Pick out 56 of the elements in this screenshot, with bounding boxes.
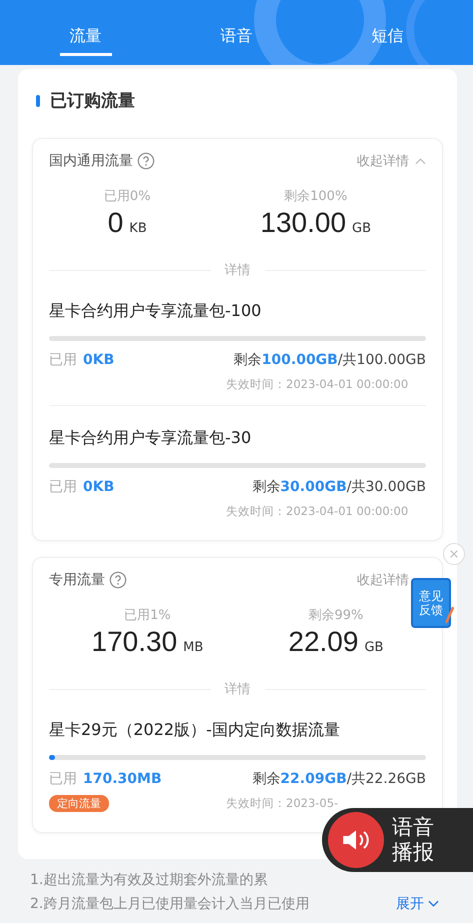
remaining-percent: 剩余99% xyxy=(308,607,364,624)
details-label: 详情 xyxy=(224,681,250,698)
note-text: 2.跨月流量包上月已使用量会计入当月已使用 xyxy=(30,895,310,913)
tab[interactable]: 流量 xyxy=(60,22,112,56)
used-amount: 170.30 xyxy=(92,626,178,658)
used-value: 0KB xyxy=(83,479,114,495)
expiry-time: 失效时间：2023-05- xyxy=(226,796,338,810)
remaining-label: 剩余 xyxy=(252,770,280,788)
total-value: /共30.00GB xyxy=(346,478,426,496)
help-icon[interactable] xyxy=(137,152,155,170)
tag: 定向流量 xyxy=(49,794,109,812)
collapse-details-link[interactable]: 收起详情 xyxy=(357,152,409,170)
card-title: 国内通用流量 xyxy=(49,152,133,170)
used-label: 已用 xyxy=(49,478,77,496)
tab[interactable]: 语音 xyxy=(210,22,262,56)
expiry-time: 失效时间：2023-04-01 00:00:00 xyxy=(226,504,408,518)
package-name: 星卡合约用户专享流量包-30 xyxy=(49,428,252,447)
card-title: 专用流量 xyxy=(49,571,105,589)
voice-broadcast-label[interactable]: 语音播报 xyxy=(392,814,438,866)
chevron-down-icon xyxy=(428,900,439,908)
used-percent: 已用1% xyxy=(124,607,171,624)
used-label: 已用 xyxy=(49,351,77,369)
remaining-amount: 22.09 xyxy=(288,626,358,658)
remaining-value: 30.00GB xyxy=(280,479,347,495)
package-name: 星卡合约用户专享流量包-100 xyxy=(49,301,262,320)
collapse-details-link[interactable]: 收起详情 xyxy=(357,571,409,589)
details-label: 详情 xyxy=(224,262,250,279)
remaining-label: 剩余 xyxy=(234,351,262,369)
tab[interactable]: 短信 xyxy=(362,22,414,56)
remaining-unit: GB xyxy=(364,640,384,655)
remaining-label: 剩余 xyxy=(252,478,280,496)
total-value: /共100.00GB xyxy=(338,351,426,369)
close-icon xyxy=(449,549,459,559)
used-value: 0KB xyxy=(83,352,114,368)
remaining-unit: GB xyxy=(352,221,372,236)
remaining-percent: 剩余100% xyxy=(284,188,348,205)
note-text: 1.超出流量为有效及过期套外流量的累 xyxy=(30,871,268,889)
used-unit: MB xyxy=(183,640,204,655)
used-unit: KB xyxy=(129,221,147,236)
pencil-icon xyxy=(445,604,455,626)
section-title: 已订购流量 xyxy=(50,90,135,112)
used-value: 170.30MB xyxy=(83,771,162,787)
remaining-amount: 130.00 xyxy=(260,207,346,239)
remaining-value: 100.00GB xyxy=(262,352,338,368)
package-name: 星卡29元（2022版）-国内定向数据流量 xyxy=(49,720,340,739)
close-button[interactable] xyxy=(443,543,465,565)
used-percent: 已用0% xyxy=(104,188,151,205)
used-amount: 0 xyxy=(108,207,124,239)
section-marker xyxy=(36,94,40,106)
used-label: 已用 xyxy=(49,770,77,788)
expiry-time: 失效时间：2023-04-01 00:00:00 xyxy=(226,376,408,392)
remaining-value: 22.09GB xyxy=(280,771,347,787)
expand-link[interactable]: 展开 xyxy=(396,895,439,913)
total-value: /共22.26GB xyxy=(346,770,426,788)
speaker-button[interactable] xyxy=(328,812,384,868)
help-icon[interactable] xyxy=(109,571,127,589)
